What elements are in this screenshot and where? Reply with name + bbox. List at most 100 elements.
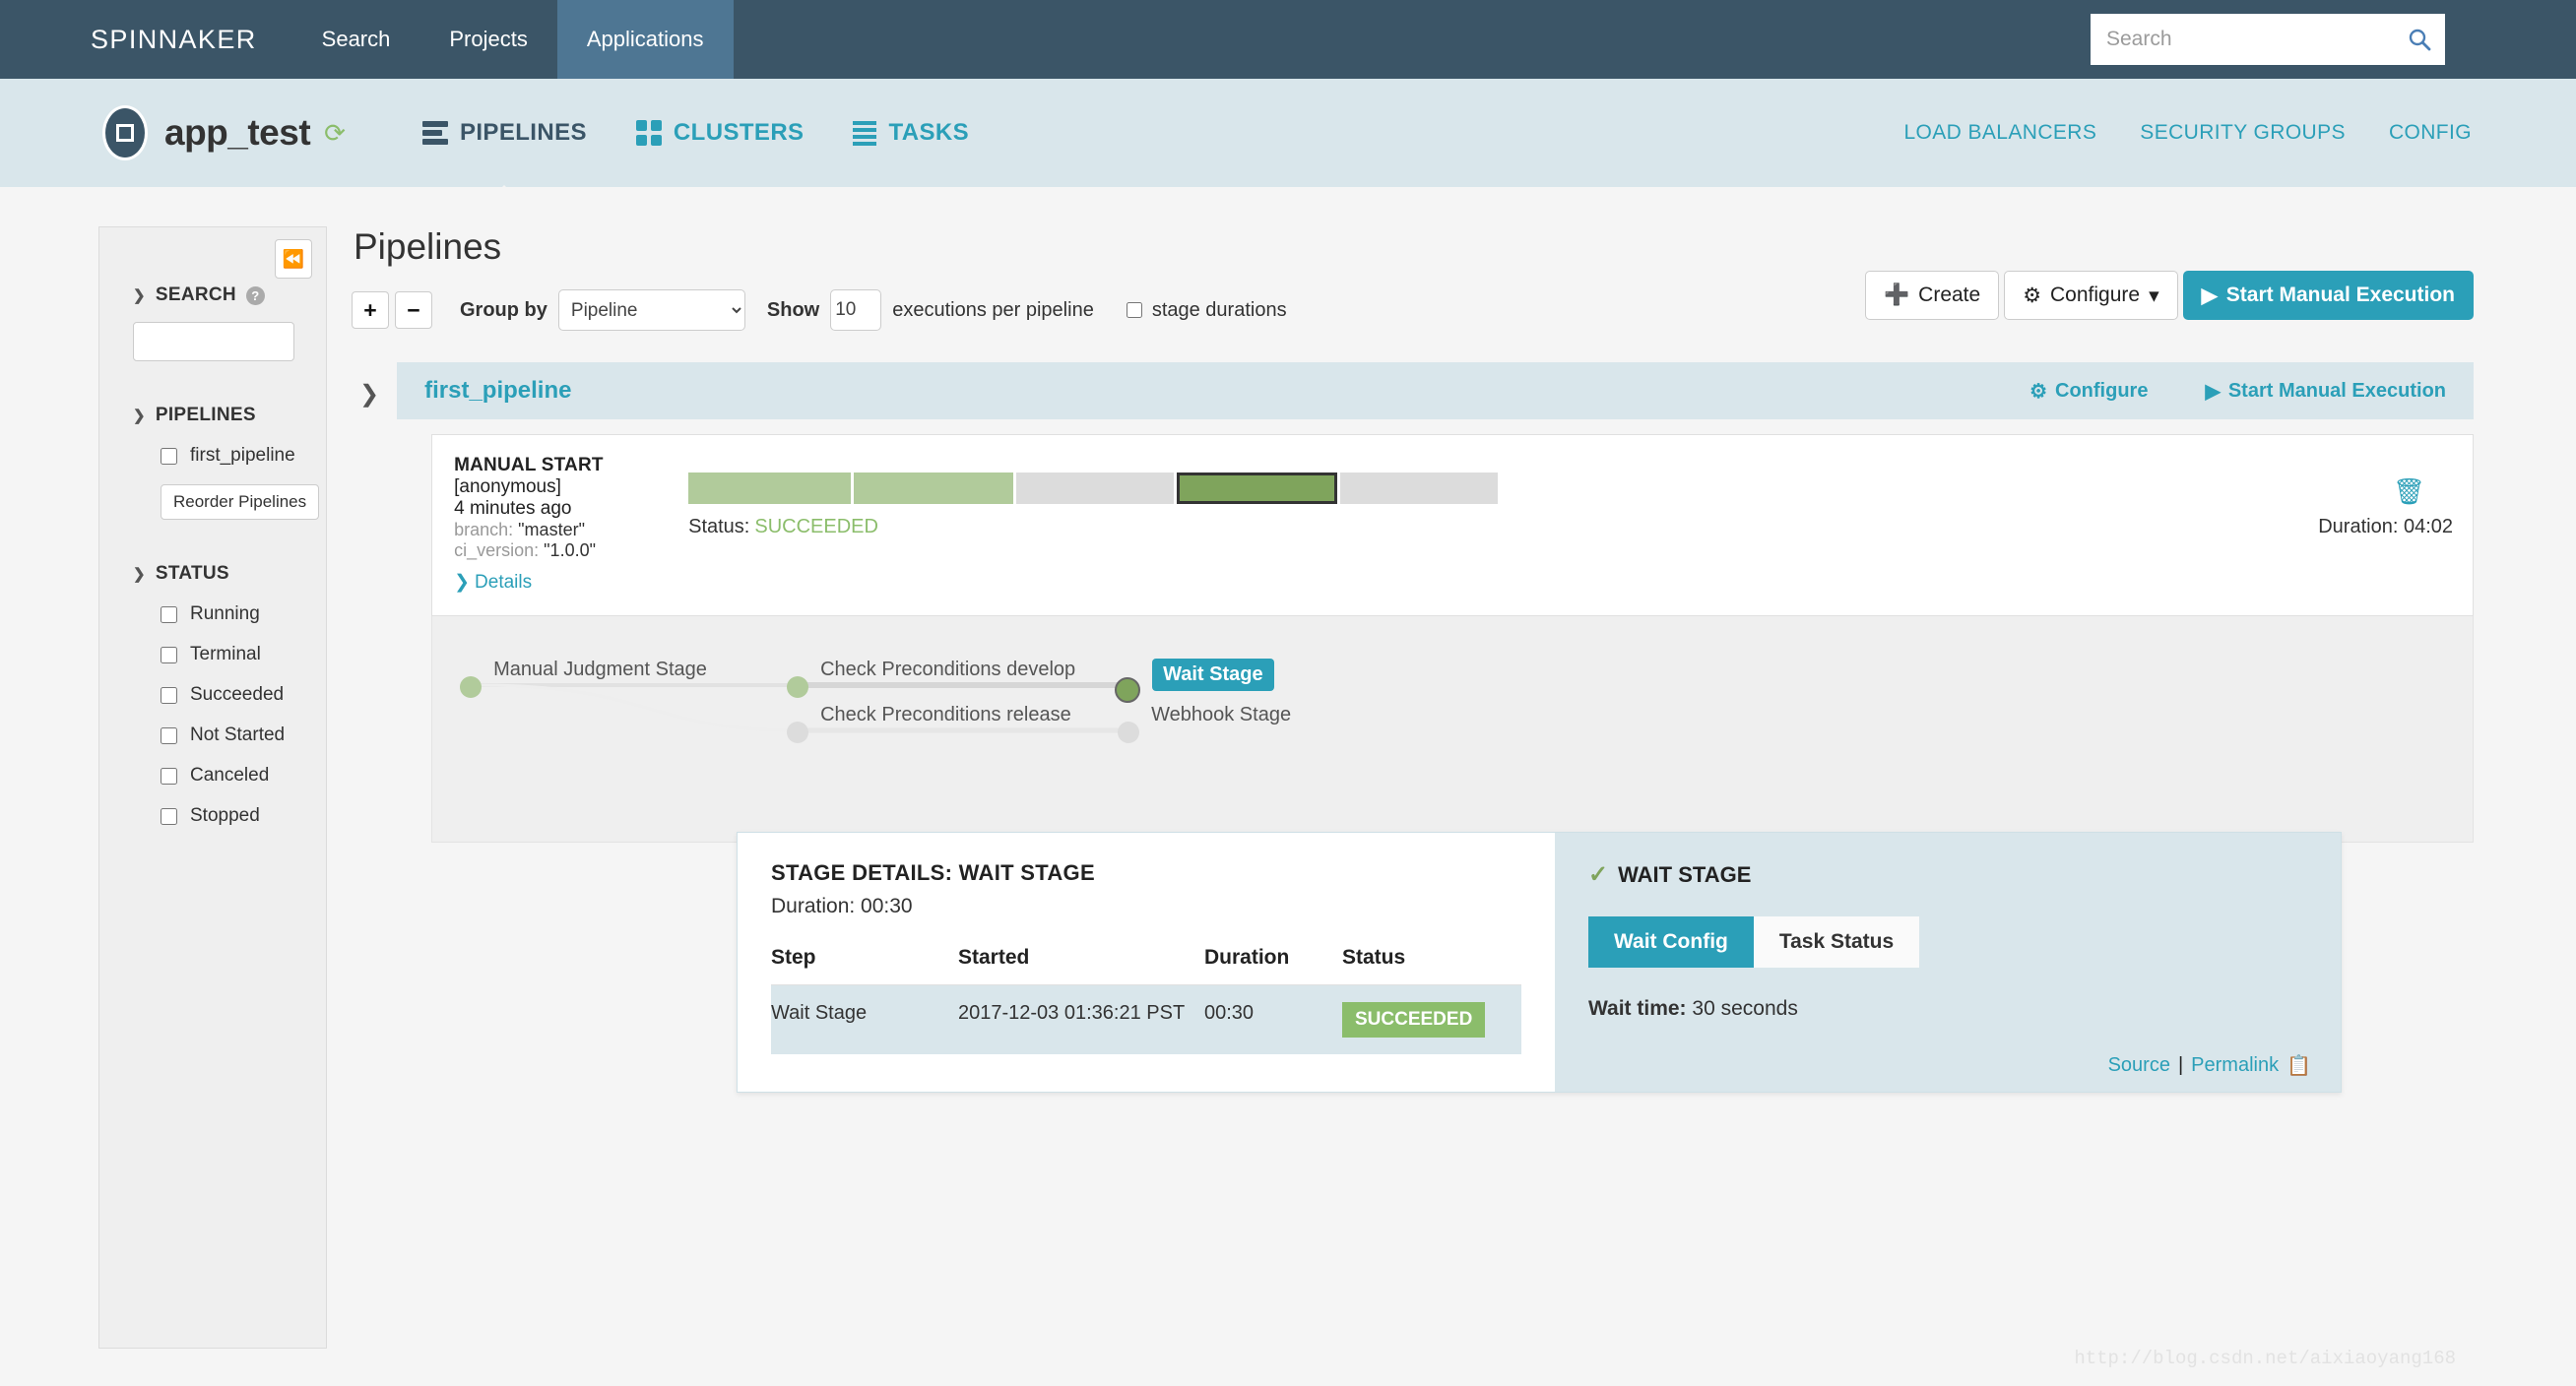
pipeline-group-header: first_pipeline ⚙ Configure ▶ Start Manua… (397, 362, 2474, 419)
permalink-link[interactable]: Permalink (2191, 1054, 2279, 1077)
pipeline-group-name[interactable]: first_pipeline (424, 377, 571, 405)
filter-status-checkbox[interactable] (161, 807, 177, 825)
filter-status-checkbox[interactable] (161, 686, 177, 704)
chevron-down-icon: ❯ (133, 408, 146, 424)
stage-bar[interactable] (854, 472, 1014, 504)
filter-status-checkbox[interactable] (161, 726, 177, 744)
help-icon[interactable]: ? (245, 285, 265, 305)
wait-time-value: 30 seconds (1692, 997, 1798, 1020)
pipeline-configure-link[interactable]: ⚙ Configure (2029, 379, 2148, 404)
cell-step: Wait Stage (771, 1002, 868, 1024)
reorder-pipelines-button[interactable]: Reorder Pipelines (161, 484, 320, 520)
filter-pipeline-checkbox[interactable] (161, 447, 177, 465)
topnav-item-projects[interactable]: Projects (419, 0, 556, 79)
stage-details-left: STAGE DETAILS: WAIT STAGE Duration: 00:3… (738, 833, 1555, 1092)
link-config[interactable]: CONFIG (2389, 121, 2472, 145)
tab-wait-config[interactable]: Wait Config (1588, 916, 1754, 968)
table-row[interactable]: Wait Stage 2017-12-03 01:36:21 PST 00:30… (771, 984, 1521, 1055)
sidebar-section-status[interactable]: ❯ STATUS (99, 563, 326, 585)
cell-started: 2017-12-03 01:36:21 PST (958, 1002, 1186, 1024)
stage-durations-checkbox[interactable] (1126, 302, 1142, 318)
stage-node-webhook-stage[interactable]: Webhook Stage (1118, 704, 1291, 743)
stage-node-check-preconditions-develop[interactable]: Check Preconditions develop (787, 659, 1075, 698)
execution-param-ci-version-key: ci_version (454, 540, 535, 560)
filter-status-running[interactable]: Running (99, 603, 326, 625)
footer-separator: | (2177, 1054, 2184, 1076)
group-by-select[interactable]: Pipeline (557, 289, 745, 331)
execution-param-ci-version-value: "1.0.0" (544, 540, 596, 560)
stage-node-label: Webhook Stage (1151, 704, 1292, 725)
refresh-icon[interactable]: ⟳ (324, 118, 346, 149)
source-link[interactable]: Source (2108, 1054, 2170, 1077)
sidebar-section-search[interactable]: ❯ SEARCH ? (99, 284, 326, 306)
filter-status-checkbox[interactable] (161, 605, 177, 623)
topnav-item-applications[interactable]: Applications (556, 0, 734, 79)
gear-icon: ⚙ (2029, 380, 2048, 403)
cell-status: SUCCEEDED (1342, 985, 1521, 1055)
filter-status-stopped[interactable]: Stopped (99, 805, 326, 827)
start-manual-execution-button[interactable]: ▶ Start Manual Execution (2182, 271, 2474, 320)
stage-node-manual-judgment[interactable]: Manual Judgment Stage (460, 659, 707, 698)
copy-to-clipboard-icon[interactable]: 📋 (2286, 1053, 2311, 1078)
application-header-links: LOAD BALANCERS SECURITY GROUPS CONFIG (1903, 121, 2472, 145)
filter-status-canceled[interactable]: Canceled (99, 765, 326, 787)
stage-status-dot (460, 675, 483, 698)
stage-config-panel: ✓ WAIT STAGE Wait Config Task Status Wai… (1555, 833, 2341, 1092)
tab-clusters[interactable]: CLUSTERS (635, 79, 805, 187)
filter-status-not-started[interactable]: Not Started (99, 724, 326, 746)
create-button-label: Create (1918, 284, 1981, 306)
pipeline-group-toggle[interactable]: ❯ (352, 362, 397, 843)
stage-bar[interactable] (688, 472, 852, 504)
link-security-groups[interactable]: SECURITY GROUPS (2140, 121, 2346, 145)
group-by-label: Group by (460, 298, 547, 321)
expand-all-button[interactable]: + (352, 291, 389, 329)
stage-bar[interactable] (1340, 472, 1499, 504)
stage-node-check-preconditions-release[interactable]: Check Preconditions release (787, 704, 1071, 743)
execution-status-row: Status: SUCCEEDED Duration: 04:02 (688, 516, 2453, 538)
global-search-box[interactable] (2091, 14, 2445, 65)
stage-bar[interactable] (1016, 472, 1175, 504)
executions-count-input[interactable] (830, 289, 882, 331)
application-logo-icon (102, 105, 148, 160)
filter-status-succeeded[interactable]: Succeeded (99, 684, 326, 706)
execution-card[interactable]: MANUAL START [anonymous] 4 minutes ago b… (431, 434, 2474, 616)
execution-duration: Duration: 04:02 (2318, 516, 2453, 537)
collapse-sidebar-button[interactable]: ⏪ (275, 239, 312, 279)
pipeline-configure-label: Configure (2055, 379, 2149, 402)
global-search-input[interactable] (2104, 27, 2408, 52)
collapse-all-button[interactable]: − (395, 291, 432, 329)
filter-status-terminal[interactable]: Terminal (99, 644, 326, 665)
delete-execution-icon[interactable]: 🗑 (2393, 476, 2425, 507)
sidebar-search-input[interactable] (133, 322, 294, 361)
stage-status-dot (787, 721, 809, 743)
execution-param-branch-value: "master" (518, 520, 585, 539)
configure-dropdown-button[interactable]: ⚙ Configure ▾ (2004, 271, 2178, 320)
filter-status-label: Canceled (190, 765, 270, 786)
stage-node-label: Check Preconditions release (820, 704, 1071, 725)
chevron-down-icon: ❯ (454, 572, 471, 593)
filter-pipeline-first-pipeline[interactable]: first_pipeline (99, 445, 326, 467)
filter-status-checkbox[interactable] (161, 767, 177, 785)
stage-node-wait-stage[interactable]: Wait Stage (1115, 659, 1274, 706)
tab-task-status[interactable]: Task Status (1753, 916, 1920, 968)
execution-details-link[interactable]: ❯ Details (454, 571, 688, 594)
filter-status-label: Succeeded (190, 684, 285, 705)
create-button[interactable]: ➕ Create (1865, 271, 2000, 320)
show-label: Show (766, 298, 820, 321)
topnav-item-search[interactable]: Search (292, 0, 420, 79)
pipeline-start-execution-link[interactable]: ▶ Start Manual Execution (2205, 379, 2446, 404)
stage-durations-toggle[interactable]: stage durations (1126, 299, 1287, 322)
execution-time: 4 minutes ago (454, 498, 572, 519)
stage-node-label-selected: Wait Stage (1152, 659, 1274, 691)
stage-bar-selected[interactable] (1177, 472, 1338, 504)
spinnaker-brand[interactable]: SPINNAKER (0, 0, 292, 79)
tab-tasks[interactable]: TASKS (853, 79, 969, 187)
chevron-down-icon: ❯ (133, 287, 146, 304)
sidebar-section-pipelines[interactable]: ❯ PIPELINES (99, 405, 326, 426)
tab-pipelines[interactable]: PIPELINES (421, 79, 587, 187)
sidebar-search-title: SEARCH (155, 284, 236, 305)
link-load-balancers[interactable]: LOAD BALANCERS (1903, 121, 2096, 145)
filter-status-checkbox[interactable] (161, 646, 177, 663)
pipeline-start-label: Start Manual Execution (2227, 379, 2446, 402)
execution-param-branch: branch: "master" (454, 520, 585, 539)
